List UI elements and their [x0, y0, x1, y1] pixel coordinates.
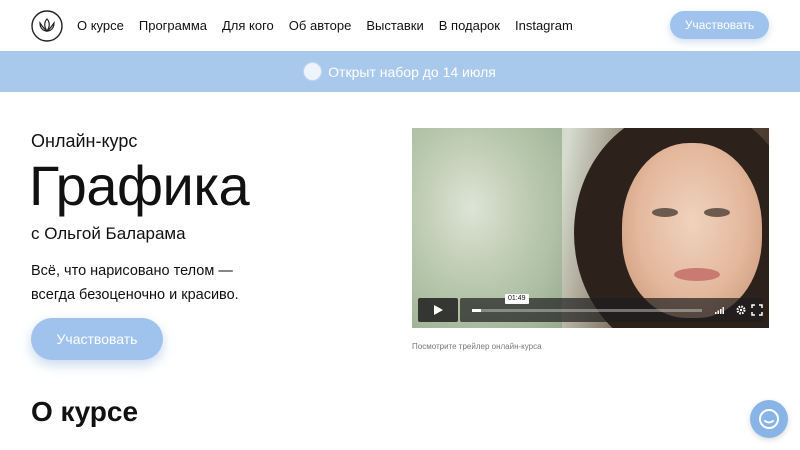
main-nav: О курсе Программа Для кого Об авторе Выс…	[77, 0, 588, 50]
hero-kicker: Онлайн-курс	[31, 131, 138, 151]
section-title-about: О курсе	[31, 396, 139, 427]
video-frame-eye	[704, 208, 730, 217]
hero-author: с Ольгой Баларама	[31, 224, 186, 243]
nav-item-program[interactable]: Программа	[139, 18, 207, 33]
play-icon	[434, 305, 443, 315]
video-time: 01:49	[505, 294, 529, 304]
chat-icon	[759, 409, 779, 429]
volume-icon[interactable]	[714, 304, 726, 316]
hero-participate-button[interactable]: Участвовать	[31, 318, 163, 360]
nav-item-author[interactable]: Об авторе	[289, 18, 352, 33]
hero-description-line: Всё, что нарисовано телом —	[31, 263, 233, 279]
video-frame-face	[622, 143, 762, 318]
video-frame-eye	[652, 208, 678, 217]
lotus-icon[interactable]	[31, 10, 63, 42]
play-button[interactable]	[418, 298, 458, 322]
header-participate-button[interactable]: Участвовать	[670, 11, 769, 39]
hero-title: Графика	[29, 154, 250, 217]
video-frame-lips	[674, 268, 720, 281]
trailer-video[interactable]: 01:49	[412, 128, 769, 328]
nav-item-audience[interactable]: Для кого	[222, 18, 274, 33]
video-progress-fill	[472, 309, 482, 312]
fullscreen-icon[interactable]	[751, 304, 763, 316]
video-caption: Посмотрите трейлер онлайн-курса	[412, 342, 542, 351]
video-progress-bar[interactable]: 01:49	[460, 294, 763, 322]
nav-item-instagram[interactable]: Instagram	[515, 18, 573, 33]
hero-description: Всё, что нарисовано телом — всегда безоц…	[31, 259, 271, 307]
nav-item-exhibitions[interactable]: Выставки	[366, 18, 423, 33]
banner-text: Открыт набор до 14 июля	[328, 63, 496, 80]
site-header: О курсе Программа Для кого Об авторе Выс…	[0, 0, 800, 50]
circle-dot-icon	[304, 63, 322, 80]
enrollment-banner: Открыт набор до 14 июля	[0, 51, 800, 92]
video-track[interactable]	[472, 309, 702, 312]
gear-icon[interactable]	[735, 304, 747, 316]
nav-item-about[interactable]: О курсе	[77, 18, 124, 33]
nav-item-gift[interactable]: В подарок	[439, 18, 500, 33]
video-controls: 01:49	[418, 294, 763, 322]
hero-description-line: всегда безоценочно и красиво.	[31, 287, 239, 303]
chat-widget-button[interactable]	[750, 400, 788, 438]
